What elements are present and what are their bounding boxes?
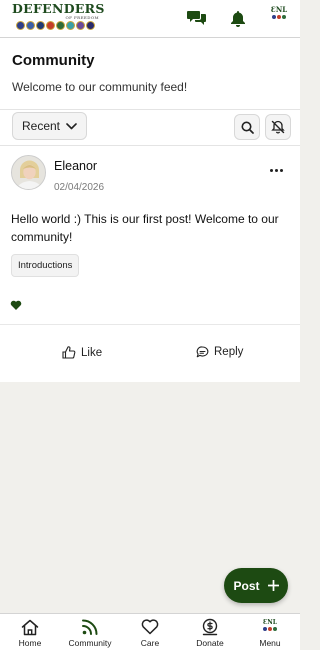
like-button[interactable]: Like bbox=[62, 346, 102, 359]
divider bbox=[0, 324, 300, 325]
menu-logo-icon: ƐNL bbox=[260, 619, 280, 635]
menu-logo-text: ƐNL bbox=[262, 619, 278, 626]
bell-icon bbox=[231, 10, 245, 27]
nav-menu[interactable]: ƐNL Menu bbox=[240, 614, 300, 650]
mini-seal-icon bbox=[272, 15, 276, 19]
nav-home-label: Home bbox=[18, 638, 42, 648]
menu-logo-seals bbox=[260, 627, 280, 631]
filter-bar: Recent bbox=[0, 110, 300, 146]
reply-button[interactable]: Reply bbox=[196, 346, 243, 358]
page-subtitle: Welcome to our community feed! bbox=[12, 80, 188, 94]
seal-icon bbox=[86, 21, 95, 30]
reply-label: Reply bbox=[214, 346, 244, 358]
plus-icon bbox=[267, 580, 279, 591]
seal-icon bbox=[26, 21, 35, 30]
more-dot bbox=[279, 168, 283, 172]
bell-off-icon bbox=[271, 120, 285, 134]
heart-icon bbox=[141, 619, 159, 635]
post-date: 02/04/2026 bbox=[54, 182, 105, 193]
brand-logo[interactable]: DEFENDERS OF FREEDOM bbox=[12, 2, 107, 36]
avatar[interactable] bbox=[11, 155, 46, 190]
seal-icon bbox=[36, 21, 45, 30]
mini-seal-icon bbox=[277, 15, 281, 19]
mini-seal-icon bbox=[273, 627, 277, 631]
chat-bubbles-icon bbox=[187, 10, 206, 25]
nav-menu-label: Menu bbox=[259, 638, 281, 648]
chevron-down-icon bbox=[66, 122, 77, 129]
rss-icon bbox=[82, 619, 98, 635]
mini-seal-icon bbox=[268, 627, 272, 631]
new-post-label: Post bbox=[233, 578, 260, 593]
profile-menu-button[interactable]: ƐNL bbox=[266, 6, 292, 30]
branch-seals bbox=[12, 21, 107, 30]
nav-care[interactable]: Care bbox=[120, 614, 180, 650]
comment-icon bbox=[196, 346, 209, 358]
more-dot bbox=[274, 168, 278, 172]
sort-dropdown[interactable]: Recent bbox=[12, 112, 87, 140]
thumbs-up-icon bbox=[62, 346, 76, 359]
notifications-button[interactable] bbox=[225, 6, 251, 30]
search-button[interactable] bbox=[234, 114, 260, 140]
seal-icon bbox=[46, 21, 55, 30]
seal-icon bbox=[56, 21, 65, 30]
mini-seal-icon bbox=[263, 627, 267, 631]
sort-label: Recent bbox=[21, 119, 61, 133]
new-post-button[interactable]: Post bbox=[224, 568, 288, 603]
seal-icon bbox=[76, 21, 85, 30]
top-bar: DEFENDERS OF FREEDOM ƐNL bbox=[0, 0, 300, 38]
post-author[interactable]: Eleanor bbox=[54, 159, 97, 173]
home-icon bbox=[21, 619, 39, 635]
messages-button[interactable] bbox=[184, 6, 210, 30]
more-options-button[interactable] bbox=[268, 162, 284, 178]
mute-notifications-button[interactable] bbox=[265, 114, 291, 140]
search-icon bbox=[241, 121, 254, 134]
nav-home[interactable]: Home bbox=[0, 614, 60, 650]
dollar-icon bbox=[202, 618, 218, 636]
bottom-nav: Home Community Care Donate ƐNL Menu bbox=[0, 613, 300, 650]
page-header: Community Welcome to our community feed! bbox=[0, 38, 300, 110]
nav-care-label: Care bbox=[140, 638, 160, 648]
seal-icon bbox=[66, 21, 75, 30]
seal-icon bbox=[16, 21, 25, 30]
page-title: Community bbox=[12, 52, 95, 69]
nav-community[interactable]: Community bbox=[60, 614, 120, 650]
mini-logo-text: ƐNL bbox=[270, 5, 288, 14]
like-label: Like bbox=[81, 346, 103, 359]
mini-logo-seals bbox=[266, 15, 292, 19]
nav-donate[interactable]: Donate bbox=[180, 614, 240, 650]
nav-community-label: Community bbox=[68, 638, 112, 648]
more-dot bbox=[269, 168, 273, 172]
heart-reaction-icon[interactable] bbox=[10, 299, 22, 311]
mini-seal-icon bbox=[282, 15, 286, 19]
post-card: Eleanor 02/04/2026 Hello world :) This i… bbox=[0, 146, 300, 382]
user-photo-icon bbox=[12, 156, 45, 189]
nav-donate-label: Donate bbox=[196, 638, 224, 648]
post-tag[interactable]: Introductions bbox=[11, 254, 80, 277]
brand-name: DEFENDERS bbox=[12, 1, 105, 16]
post-body: Hello world :) This is our first post! W… bbox=[11, 212, 279, 244]
